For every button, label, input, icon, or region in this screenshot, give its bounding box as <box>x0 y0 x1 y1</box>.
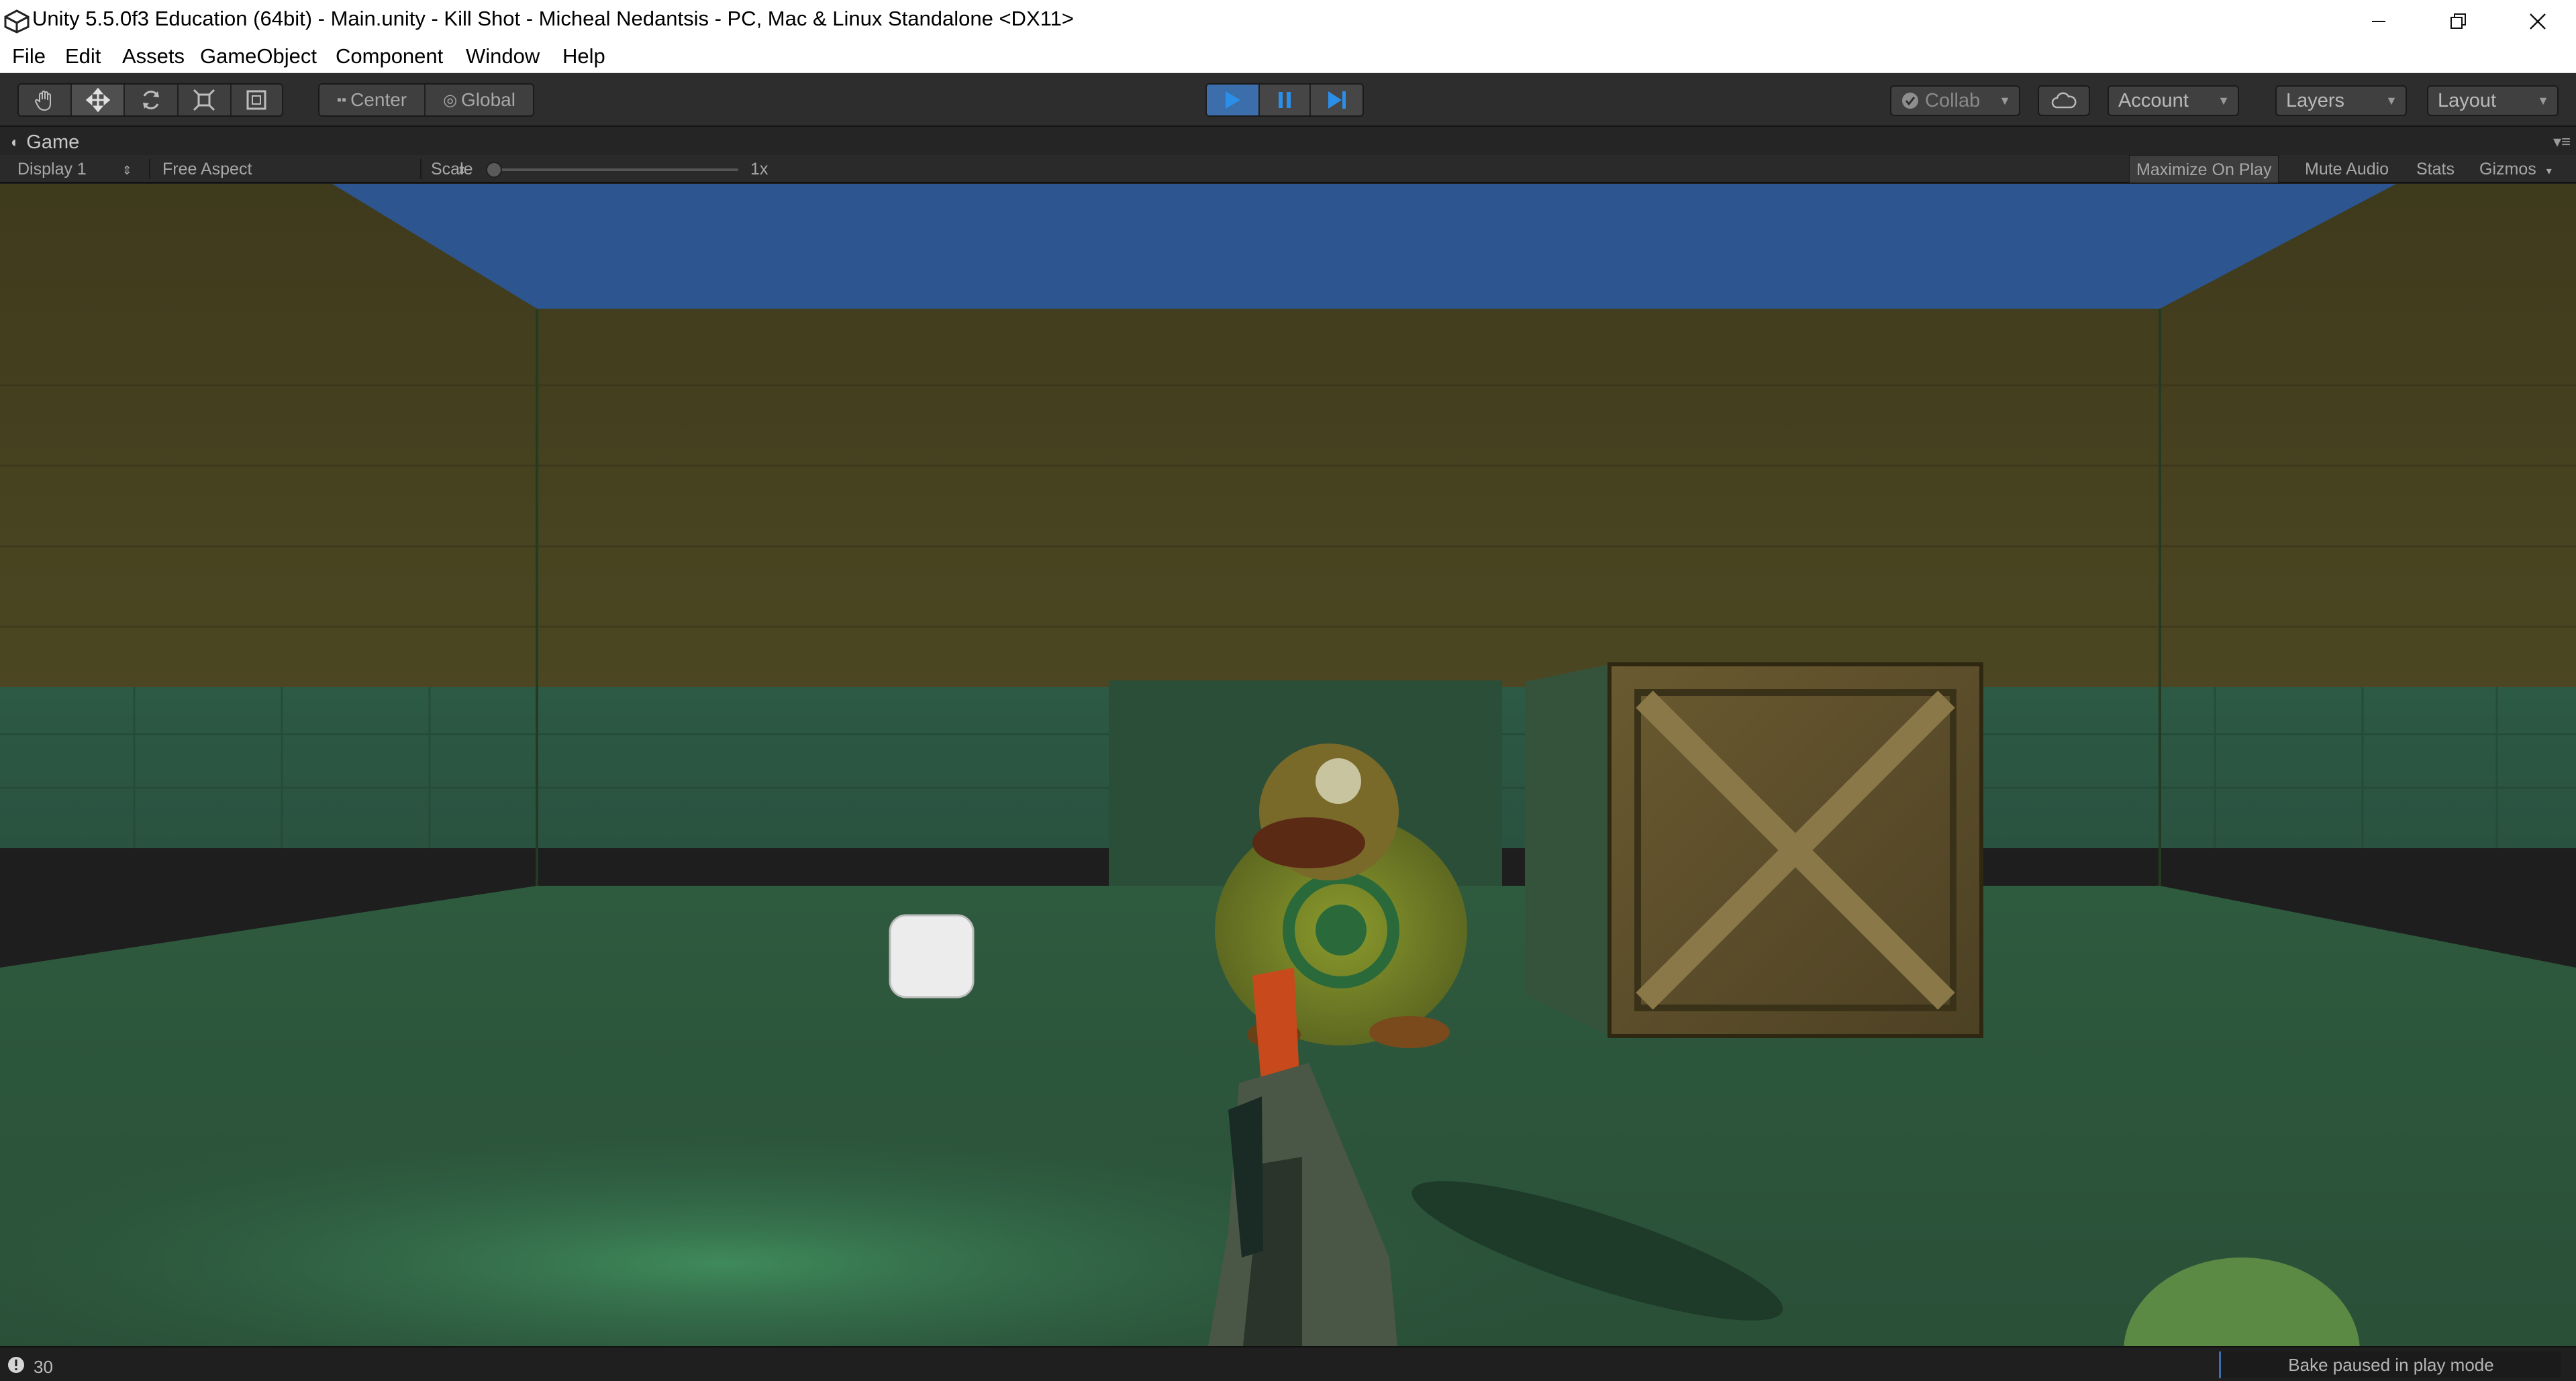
chevron-down-icon: ▼ <box>2537 93 2549 107</box>
hand-tool-button[interactable] <box>19 85 72 115</box>
mute-audio-toggle[interactable]: Mute Audio <box>2298 155 2395 183</box>
updown-icon: ⇕ <box>121 164 132 177</box>
close-button[interactable] <box>2499 0 2576 42</box>
rect-tool-icon <box>246 90 266 110</box>
window-title: Unity 5.5.0f3 Education (64bit) - Main.u… <box>32 7 1074 30</box>
unity-logo-icon <box>4 9 30 34</box>
play-button[interactable] <box>1207 85 1260 115</box>
pacman-game-icon: ◐ <box>11 134 20 150</box>
globe-icon: ◎ <box>443 91 458 109</box>
pivot-center-toggle[interactable]: ▪▪ Center <box>319 85 426 115</box>
scale-slider-handle[interactable] <box>486 162 502 178</box>
minimize-icon <box>2371 20 2385 22</box>
menu-assets[interactable]: Assets <box>122 42 185 73</box>
display-label: Display 1 <box>17 160 87 178</box>
check-circle-icon <box>1902 93 1918 109</box>
menu-file[interactable]: File <box>12 42 46 73</box>
info-icon[interactable] <box>7 1356 26 1374</box>
game-view-controls: Display 1 ⇕ Free Aspect ⇕ Scale 1x Maxim… <box>0 155 2576 183</box>
game-viewport[interactable] <box>0 184 2576 1346</box>
layers-label: Layers <box>2286 89 2345 111</box>
game-tab-bar: ◐ Game ▾≡ <box>0 127 2576 155</box>
game-tab-label: Game <box>26 131 80 153</box>
menu-gameobject[interactable]: GameObject <box>200 42 317 73</box>
tab-menu-icon[interactable]: ▾≡ <box>2553 132 2571 152</box>
pause-icon <box>1279 92 1291 108</box>
white-cube <box>889 914 975 999</box>
menu-edit[interactable]: Edit <box>65 42 101 73</box>
pivot-label: Center <box>350 89 407 110</box>
move-tool-button[interactable] <box>72 85 126 115</box>
hand-icon <box>34 91 51 111</box>
transform-tools <box>17 83 283 117</box>
layout-dropdown[interactable]: Layout ▼ <box>2427 85 2559 116</box>
play-icon <box>1226 91 1241 109</box>
scale-icon <box>193 89 215 111</box>
divider <box>420 159 422 179</box>
divider <box>149 159 150 179</box>
layout-label: Layout <box>2438 89 2497 111</box>
maximize-on-play-toggle[interactable]: Maximize On Play <box>2129 155 2279 183</box>
bake-status-text: Bake paused in play mode <box>2288 1354 2494 1375</box>
restore-button[interactable] <box>2420 0 2497 42</box>
chevron-down-icon: ▼ <box>1999 93 2011 107</box>
space-label: Global <box>461 89 515 110</box>
aspect-label: Free Aspect <box>162 160 252 178</box>
scale-value: 1x <box>750 160 769 178</box>
gizmos-label: Gizmos <box>2479 160 2536 178</box>
main-toolbar: ▪▪ Center ◎ Global Collab ▼ Account ▼ La… <box>0 73 2576 127</box>
game-scene <box>0 184 2576 1346</box>
rect-tool-button[interactable] <box>232 85 282 115</box>
status-bar: 30 Bake paused in play mode <box>0 1346 2576 1381</box>
chevron-down-icon: ▼ <box>2385 93 2397 107</box>
stats-toggle[interactable]: Stats <box>2410 155 2461 183</box>
layers-dropdown[interactable]: Layers ▼ <box>2275 85 2407 116</box>
scale-label: Scale <box>431 160 473 178</box>
space-global-toggle[interactable]: ◎ Global <box>426 85 533 115</box>
restore-icon <box>2450 13 2466 29</box>
chevron-down-icon: ▼ <box>2218 93 2230 107</box>
chevron-down-icon: ▾ <box>2546 166 2552 177</box>
display-dropdown[interactable]: Display 1 ⇕ <box>17 155 132 183</box>
menu-bar: File Edit Assets GameObject Component Wi… <box>0 42 2576 73</box>
step-button[interactable] <box>1311 85 1363 115</box>
rotate-icon <box>143 91 159 109</box>
minimize-button[interactable] <box>2340 0 2417 42</box>
account-dropdown[interactable]: Account ▼ <box>2108 85 2239 116</box>
collab-dropdown[interactable]: Collab ▼ <box>1890 85 2020 116</box>
step-icon <box>1328 91 1346 109</box>
menu-component[interactable]: Component <box>336 42 443 73</box>
collab-label: Collab <box>1925 89 1981 111</box>
account-label: Account <box>2118 89 2189 111</box>
menu-window[interactable]: Window <box>466 42 540 73</box>
scale-tool-button[interactable] <box>179 85 232 115</box>
tab-game[interactable]: ◐ Game <box>11 130 79 155</box>
pause-button[interactable] <box>1260 85 1311 115</box>
rotate-tool-button[interactable] <box>125 85 179 115</box>
bake-status: Bake paused in play mode <box>2219 1351 2561 1378</box>
pivot-space-toggles: ▪▪ Center ◎ Global <box>318 83 534 117</box>
gizmos-dropdown[interactable]: Gizmos ▾ <box>2479 155 2552 183</box>
move-icon <box>85 88 110 112</box>
cloud-icon <box>2051 92 2077 109</box>
title-bar: Unity 5.5.0f3 Education (64bit) - Main.u… <box>0 0 2576 42</box>
pivot-icon: ▪▪ <box>336 92 347 107</box>
scale-slider-track[interactable] <box>497 168 738 171</box>
menu-help[interactable]: Help <box>562 42 605 73</box>
close-icon <box>2529 13 2546 30</box>
console-message-count: 30 <box>34 1357 53 1377</box>
play-controls <box>1205 83 1364 117</box>
cloud-button[interactable] <box>2038 85 2090 116</box>
